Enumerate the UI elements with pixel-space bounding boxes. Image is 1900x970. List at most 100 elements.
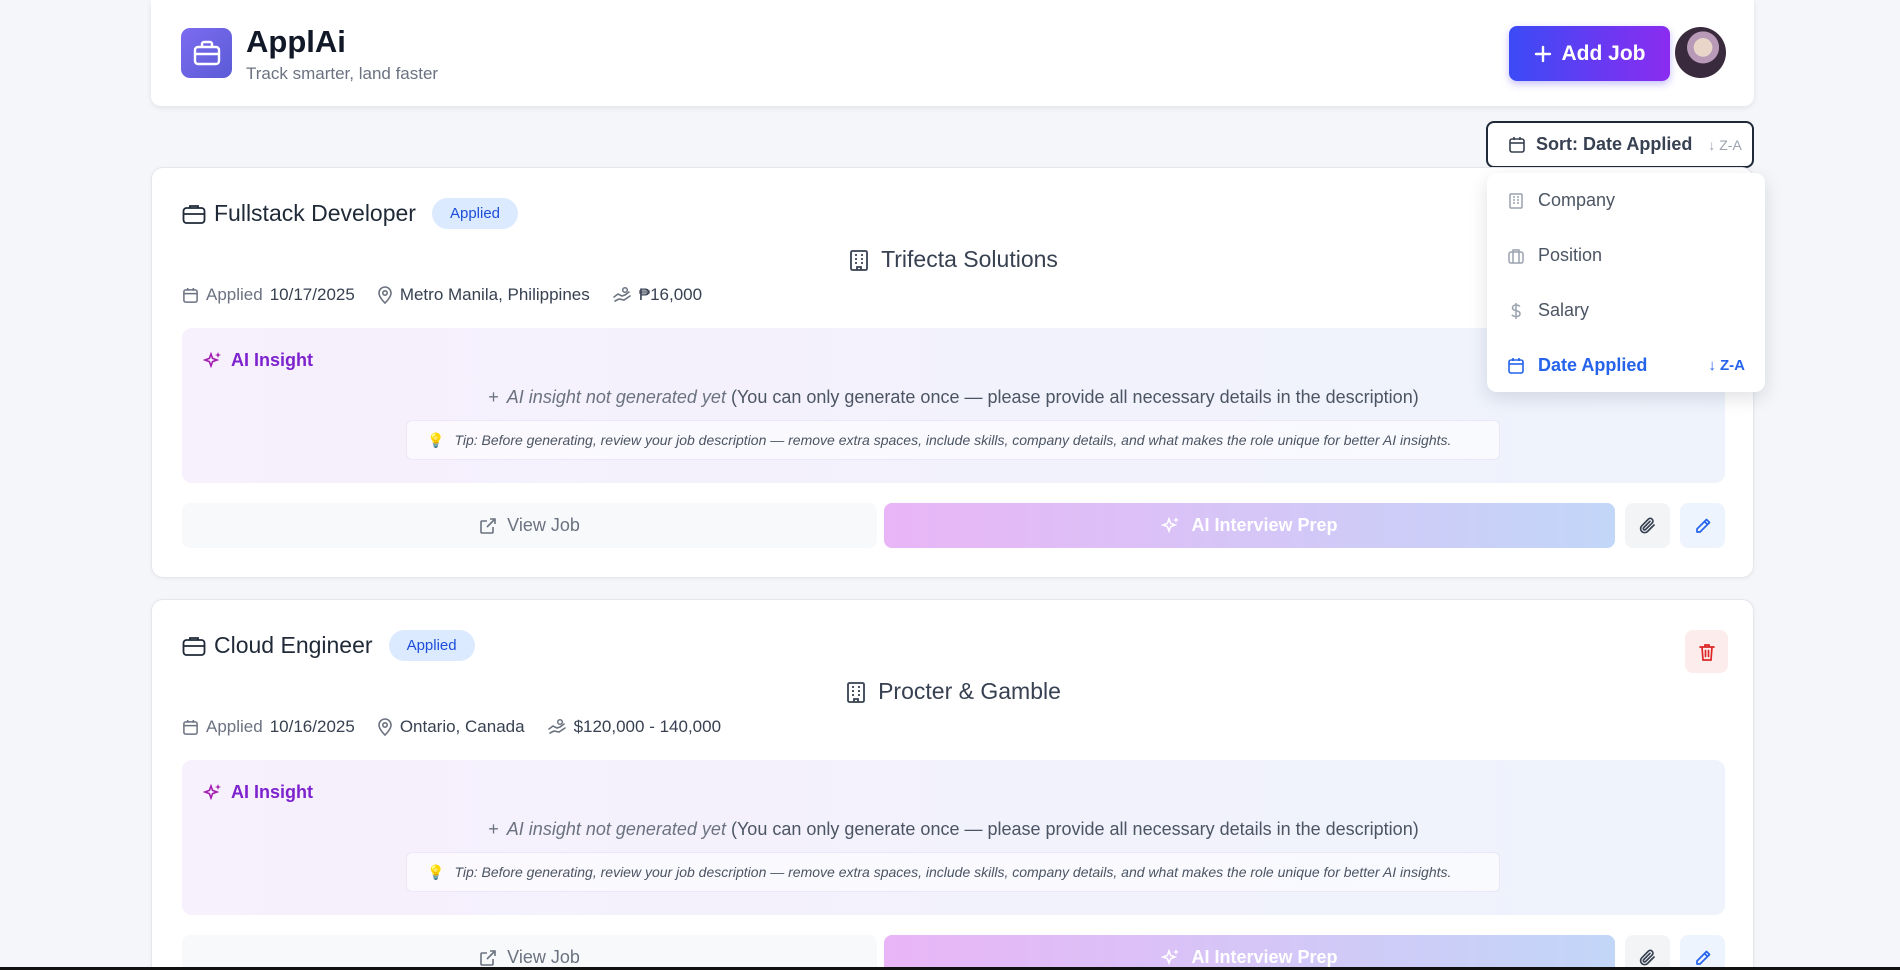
sparkles-icon — [203, 351, 221, 368]
ai-interview-prep-label: AI Interview Prep — [1191, 515, 1338, 535]
sort-label: Sort: Date Applied — [1536, 134, 1693, 154]
money-hand-icon — [547, 718, 566, 734]
applied-date: Applied 10/17/2025 — [182, 285, 355, 305]
company-label: Trifecta Solutions — [881, 246, 1058, 272]
job-meta: Applied 10/16/2025 Ontario, Canada $120,… — [182, 717, 721, 737]
job-actions: View Job AI Interview Prep — [182, 503, 1725, 548]
app-title: ApplAi — [246, 24, 346, 59]
sort-option-date-applied[interactable]: Date Applied ↓ Z-A — [1487, 338, 1765, 393]
ai-tip: 💡 Tip: Before generating, review your jo… — [406, 852, 1500, 892]
sort-option-direction: ↓ Z-A — [1708, 357, 1745, 374]
briefcase-icon — [182, 636, 206, 656]
ai-interview-prep-label: AI Interview Prep — [1191, 947, 1338, 967]
map-pin-icon — [378, 286, 392, 304]
ai-insight-title: AI Insight — [231, 350, 313, 370]
pencil-icon — [1695, 950, 1710, 965]
briefcase-icon — [1508, 248, 1524, 264]
applied-date: Applied 10/16/2025 — [182, 717, 355, 737]
sort-option-label: Date Applied — [1538, 355, 1648, 375]
sparkles-icon — [1161, 948, 1180, 965]
job-title-row: Fullstack Developer Applied — [182, 198, 519, 229]
applied-date-value: 10/16/2025 — [269, 717, 355, 736]
attach-button[interactable] — [1625, 503, 1670, 548]
salary: ₱16,000 — [612, 285, 702, 305]
dollar-icon — [1511, 302, 1521, 319]
company-label: Procter & Gamble — [878, 678, 1061, 704]
job-meta: Applied 10/17/2025 Metro Manila, Philipp… — [182, 285, 702, 305]
applied-date-value: 10/17/2025 — [269, 285, 355, 304]
job-title: Fullstack Developer — [214, 200, 416, 226]
insight-empty-text: AI insight not generated yet — [506, 819, 726, 839]
app-subtitle: Track smarter, land faster — [246, 64, 439, 83]
ai-interview-prep-button[interactable]: AI Interview Prep — [884, 503, 1615, 548]
building-icon — [847, 681, 865, 703]
plus-icon — [1534, 45, 1551, 62]
job-actions: View Job AI Interview Prep — [182, 935, 1725, 970]
ai-insight-header: AI Insight — [203, 782, 313, 803]
status-badge: Applied — [388, 630, 475, 661]
sort-option-label: Company — [1538, 190, 1616, 210]
sort-option-label: Salary — [1538, 300, 1590, 320]
applied-label: Applied — [206, 285, 263, 304]
app-header: ApplAi Track smarter, land faster Add Jo… — [151, 0, 1754, 106]
job-title-row: Cloud Engineer Applied — [182, 630, 475, 661]
sparkles-icon — [203, 783, 221, 800]
sort-option-salary[interactable]: Salary — [1487, 283, 1765, 338]
salary-value: $120,000 - 140,000 — [573, 717, 722, 736]
view-job-button[interactable]: View Job — [182, 935, 877, 970]
briefcase-icon — [182, 204, 206, 224]
tip-text: Tip: Before generating, review your job … — [454, 432, 1452, 448]
add-job-button[interactable]: Add Job — [1509, 26, 1670, 81]
briefcase-icon — [181, 28, 232, 78]
sort-option-position[interactable]: Position — [1487, 228, 1765, 283]
calendar-icon — [183, 287, 198, 303]
ai-interview-prep-button[interactable]: AI Interview Prep — [884, 935, 1615, 970]
building-icon — [1509, 192, 1523, 209]
insight-note: (You can only generate once — please pro… — [725, 387, 1419, 407]
insight-note: (You can only generate once — please pro… — [725, 819, 1419, 839]
lightbulb-icon: 💡 — [427, 863, 445, 880]
ai-insight-header: AI Insight — [203, 350, 313, 371]
add-job-label: Add Job — [1561, 41, 1646, 65]
lightbulb-icon: 💡 — [427, 431, 445, 448]
building-icon — [850, 249, 868, 271]
plus-icon: + — [488, 819, 499, 839]
job-title: Cloud Engineer — [214, 632, 373, 658]
external-link-icon — [480, 517, 496, 534]
location: Metro Manila, Philippines — [377, 285, 590, 305]
plus-icon: + — [488, 387, 499, 407]
status-badge: Applied — [431, 198, 519, 229]
tip-text: Tip: Before generating, review your job … — [454, 864, 1452, 880]
sort-option-label: Position — [1538, 245, 1603, 265]
map-pin-icon — [378, 718, 392, 736]
avatar[interactable] — [1675, 27, 1726, 78]
edit-button[interactable] — [1680, 935, 1725, 970]
location-value: Ontario, Canada — [399, 717, 525, 736]
salary-value: ₱16,000 — [638, 285, 703, 304]
applied-label: Applied — [206, 717, 263, 736]
trash-icon — [1698, 643, 1715, 661]
calendar-icon — [183, 719, 198, 735]
ai-insight-status[interactable]: + AI insight not generated yet (You can o… — [182, 819, 1725, 840]
view-job-label: View Job — [507, 947, 580, 967]
delete-button[interactable] — [1685, 630, 1728, 673]
sort-button[interactable]: Sort: Date Applied ↓ Z-A — [1486, 121, 1754, 168]
attach-button[interactable] — [1625, 935, 1670, 970]
job-card: Cloud Engineer Applied Procter & Gamble … — [151, 599, 1754, 970]
money-hand-icon — [612, 286, 631, 302]
ai-insight-title: AI Insight — [231, 782, 313, 802]
company-name: Procter & Gamble — [152, 678, 1753, 705]
paperclip-icon — [1639, 949, 1655, 966]
external-link-icon — [480, 949, 496, 966]
view-job-label: View Job — [507, 515, 580, 535]
edit-button[interactable] — [1680, 503, 1725, 548]
sparkles-icon — [1161, 516, 1180, 533]
salary: $120,000 - 140,000 — [547, 717, 721, 737]
view-job-button[interactable]: View Job — [182, 503, 877, 548]
calendar-icon — [1508, 357, 1524, 374]
ai-tip: 💡 Tip: Before generating, review your jo… — [406, 420, 1500, 460]
sort-direction: ↓ Z-A — [1708, 136, 1742, 153]
sort-menu: Company Position Salary Date Applied ↓ Z… — [1487, 173, 1765, 392]
pencil-icon — [1695, 518, 1710, 533]
sort-option-company[interactable]: Company — [1487, 173, 1765, 228]
